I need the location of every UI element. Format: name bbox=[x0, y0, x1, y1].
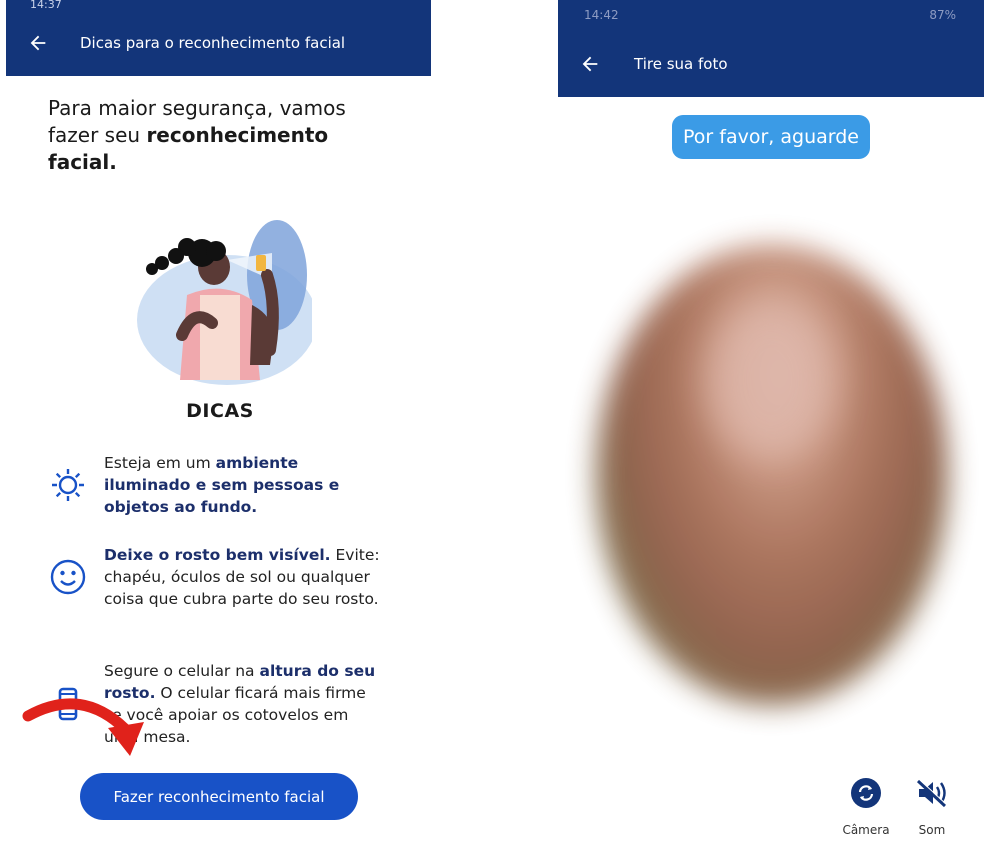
smile-icon bbox=[46, 555, 90, 599]
app-bar: Dicas para o reconhecimento facial bbox=[6, 10, 431, 76]
tip-text: Esteja em um ambiente iluminado e sem pe… bbox=[104, 452, 386, 518]
tip-item-face-visible: Deixe o rosto bem visível. Evite: chapéu… bbox=[46, 544, 386, 610]
camera-preview-face-highlight bbox=[706, 300, 836, 460]
page-title: Tire sua foto bbox=[634, 55, 728, 73]
back-button[interactable] bbox=[566, 40, 614, 88]
tip-text: Deixe o rosto bem visível. Evite: chapéu… bbox=[104, 544, 386, 610]
status-time: 14:42 bbox=[584, 8, 619, 22]
tip-text-start: Esteja em um bbox=[104, 454, 216, 472]
status-time: 14:37 bbox=[30, 0, 62, 10]
status-bar: 14:37 bbox=[6, 0, 431, 10]
left-phone-screen: 14:37 Dicas para o reconhecimento facial… bbox=[0, 0, 440, 842]
camera-switch-button[interactable]: Câmera bbox=[836, 777, 896, 837]
camera-label: Câmera bbox=[842, 823, 890, 837]
wait-message: Por favor, aguarde bbox=[672, 115, 870, 159]
camera-switch-icon bbox=[851, 778, 881, 808]
start-face-recognition-button[interactable]: Fazer reconhecimento facial bbox=[80, 773, 358, 820]
status-bar: 14:42 87% bbox=[558, 0, 984, 31]
battery-level: 87% bbox=[929, 8, 956, 22]
woman-taking-selfie-illustration bbox=[137, 220, 312, 385]
sun-icon bbox=[46, 463, 90, 507]
arrow-left-icon bbox=[30, 35, 46, 51]
intro-text: Para maior segurança, vamos fazer seu re… bbox=[48, 95, 378, 176]
tip-item-lighting: Esteja em um ambiente iluminado e sem pe… bbox=[46, 452, 386, 518]
tip-text-bold: Deixe o rosto bem visível. bbox=[104, 546, 331, 564]
arrow-left-icon bbox=[582, 56, 598, 72]
red-curved-arrow-icon bbox=[22, 698, 144, 756]
sound-off-icon bbox=[916, 779, 947, 808]
back-button[interactable] bbox=[14, 19, 62, 67]
tip-text-start: Segure o celular na bbox=[104, 662, 260, 680]
page-title: Dicas para o reconhecimento facial bbox=[80, 34, 346, 52]
right-phone-screen: 14:42 87% Tire sua foto Por favor, aguar… bbox=[558, 0, 984, 842]
sound-toggle-button[interactable]: Som bbox=[902, 777, 962, 837]
sound-label: Som bbox=[918, 823, 946, 837]
app-bar: Tire sua foto bbox=[558, 31, 984, 97]
tips-title: DICAS bbox=[186, 400, 254, 422]
